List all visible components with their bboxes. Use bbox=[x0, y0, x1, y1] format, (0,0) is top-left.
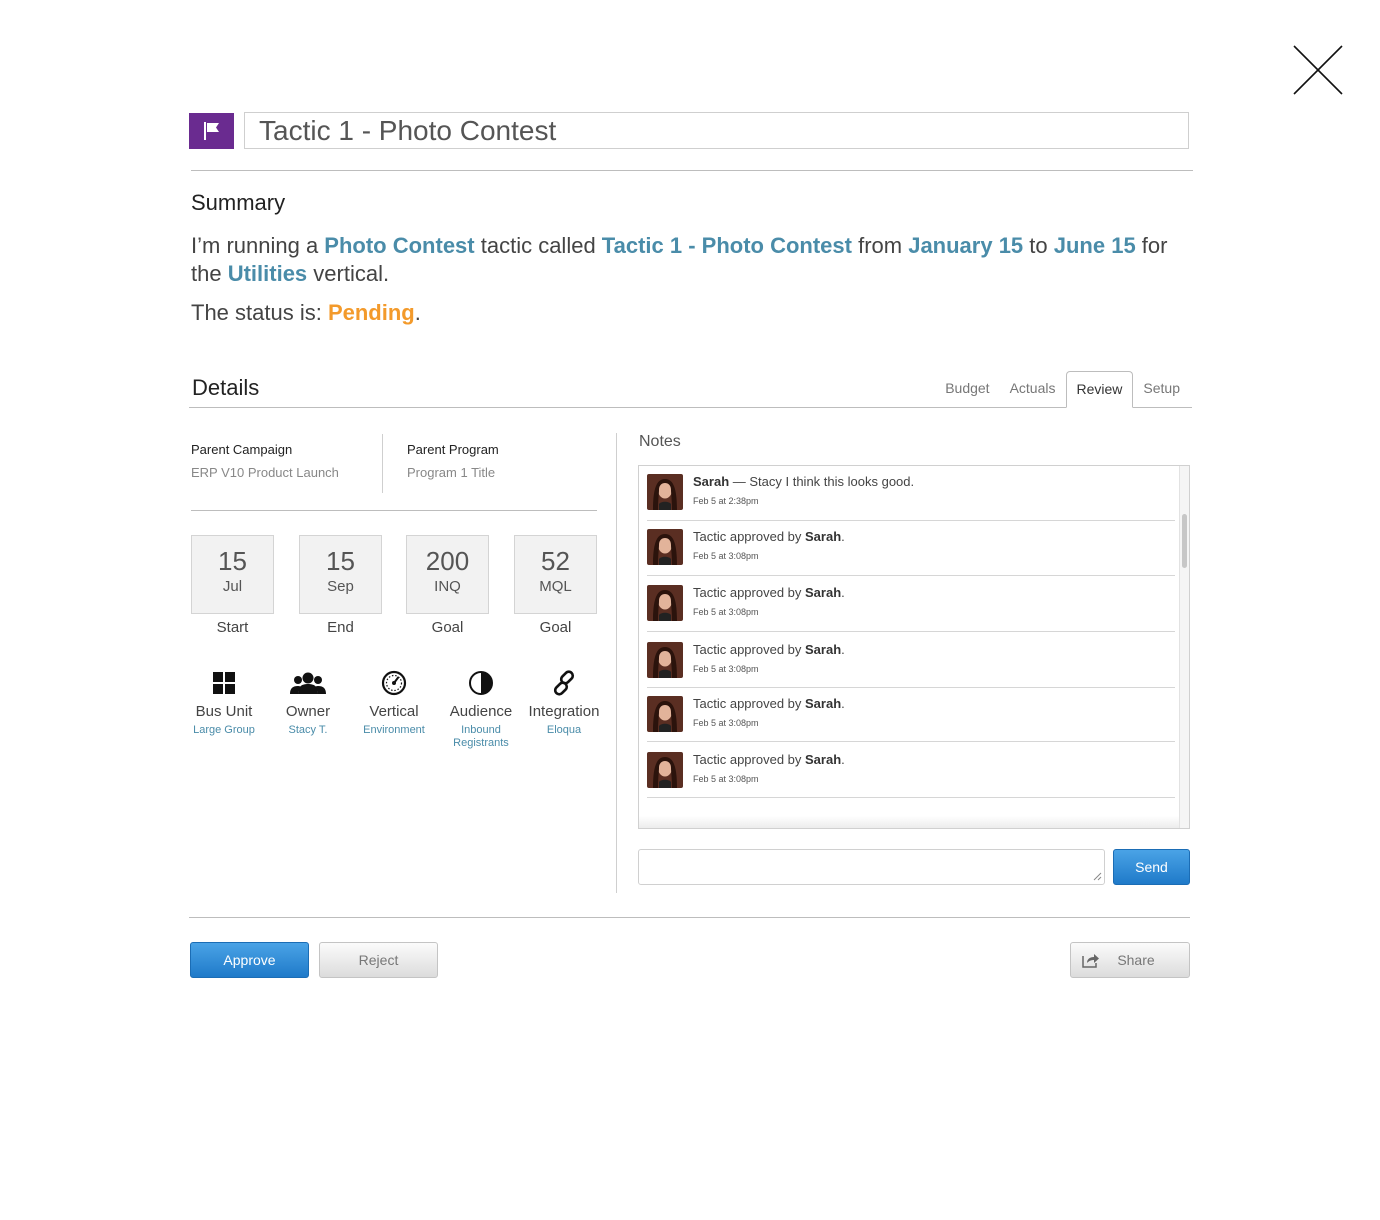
attr-integration-value[interactable]: Eloqua bbox=[519, 724, 609, 737]
share-icon bbox=[1082, 954, 1099, 968]
attr-owner[interactable]: Owner Stacy T. bbox=[263, 670, 353, 737]
parent-divider bbox=[382, 434, 383, 493]
list-item: Tactic approved by Sarah. Feb 5 at 3:08p… bbox=[647, 585, 1175, 632]
avatar bbox=[647, 529, 683, 565]
avatar bbox=[647, 642, 683, 678]
avatar bbox=[647, 696, 683, 732]
speedometer-icon bbox=[381, 670, 407, 696]
status-sentence: The status is: Pending. bbox=[191, 300, 421, 325]
stat-inq-goal[interactable]: 200 INQ bbox=[406, 535, 489, 614]
start-date-link[interactable]: January 15 bbox=[908, 233, 1023, 258]
parent-program-value: Program 1 Title bbox=[407, 465, 496, 480]
avatar bbox=[647, 474, 683, 510]
tactic-name-link[interactable]: Tactic 1 - Photo Contest bbox=[602, 233, 852, 258]
attr-vertical-value[interactable]: Environment bbox=[349, 724, 439, 737]
note-input[interactable] bbox=[638, 849, 1105, 885]
attr-vertical[interactable]: Vertical Environment bbox=[349, 670, 439, 737]
list-item: Tactic approved by Sarah. Feb 5 at 3:08p… bbox=[647, 642, 1175, 688]
attr-integration[interactable]: Integration Eloqua bbox=[519, 670, 609, 737]
footer-divider bbox=[189, 917, 1190, 918]
tab-setup[interactable]: Setup bbox=[1133, 371, 1190, 408]
attr-bus-unit-value[interactable]: Large Group bbox=[179, 724, 269, 737]
notes-scrollbar[interactable] bbox=[1179, 466, 1189, 828]
reject-button[interactable]: Reject bbox=[319, 942, 438, 978]
end-date-link[interactable]: June 15 bbox=[1054, 233, 1136, 258]
approve-button[interactable]: Approve bbox=[190, 942, 309, 978]
vertical-link[interactable]: Utilities bbox=[228, 261, 307, 286]
attr-audience[interactable]: Audience Inbound Registrants bbox=[436, 670, 526, 750]
stat-end[interactable]: 15 Sep bbox=[299, 535, 382, 614]
close-icon[interactable] bbox=[1292, 44, 1344, 96]
attr-owner-value[interactable]: Stacy T. bbox=[263, 724, 353, 737]
details-heading: Details bbox=[192, 375, 260, 400]
tactic-title-input[interactable] bbox=[244, 112, 1189, 149]
attr-audience-value[interactable]: Inbound Registrants bbox=[436, 724, 526, 750]
summary-sentence: I’m running a Photo Contest tactic calle… bbox=[191, 233, 1168, 286]
people-icon bbox=[290, 672, 326, 694]
notes-fade bbox=[639, 816, 1180, 828]
grid-icon bbox=[213, 672, 235, 694]
column-divider bbox=[616, 433, 617, 893]
avatar bbox=[647, 752, 683, 788]
attr-bus-unit[interactable]: Bus Unit Large Group bbox=[179, 670, 269, 737]
tactic-type-link[interactable]: Photo Contest bbox=[324, 233, 474, 258]
parent-campaign-label: Parent Campaign bbox=[191, 442, 293, 457]
parent-bottom-divider bbox=[191, 510, 597, 511]
stat-mql-goal-label: Goal bbox=[539, 619, 572, 636]
tab-actuals[interactable]: Actuals bbox=[1000, 371, 1066, 408]
stat-inq-goal-label: Goal bbox=[431, 619, 464, 636]
list-item: Sarah — Stacy I think this looks good. F… bbox=[647, 474, 1175, 521]
stat-start[interactable]: 15 Jul bbox=[191, 535, 274, 614]
notes-scroll-thumb[interactable] bbox=[1182, 514, 1187, 568]
stat-mql-goal[interactable]: 52 MQL bbox=[514, 535, 597, 614]
tactic-flag-icon bbox=[189, 113, 234, 149]
details-tabs: Budget Actuals Review Setup bbox=[935, 371, 1190, 408]
parent-campaign-value: ERP V10 Product Launch bbox=[191, 465, 339, 480]
share-button[interactable]: Share bbox=[1070, 942, 1190, 978]
stat-end-label: End bbox=[327, 619, 354, 636]
parent-program-label: Parent Program bbox=[407, 442, 499, 457]
avatar bbox=[647, 585, 683, 621]
stat-start-label: Start bbox=[216, 619, 249, 636]
list-item: Tactic approved by Sarah. Feb 5 at 3:08p… bbox=[647, 752, 1175, 798]
contrast-icon bbox=[469, 671, 493, 695]
link-icon bbox=[553, 670, 575, 696]
title-divider bbox=[191, 170, 1193, 171]
notes-list[interactable]: Sarah — Stacy I think this looks good. F… bbox=[638, 465, 1190, 829]
status-badge: Pending bbox=[327, 300, 415, 325]
summary-heading: Summary bbox=[191, 190, 286, 215]
tab-review[interactable]: Review bbox=[1065, 371, 1134, 408]
list-item: Tactic approved by Sarah. Feb 5 at 3:08p… bbox=[647, 529, 1175, 576]
tab-budget[interactable]: Budget bbox=[935, 371, 999, 408]
send-button[interactable]: Send bbox=[1113, 849, 1190, 885]
details-divider bbox=[189, 407, 1192, 408]
list-item: Tactic approved by Sarah. Feb 5 at 3:08p… bbox=[647, 696, 1175, 742]
notes-heading: Notes bbox=[639, 433, 681, 450]
resize-grip-icon[interactable] bbox=[1092, 871, 1102, 881]
